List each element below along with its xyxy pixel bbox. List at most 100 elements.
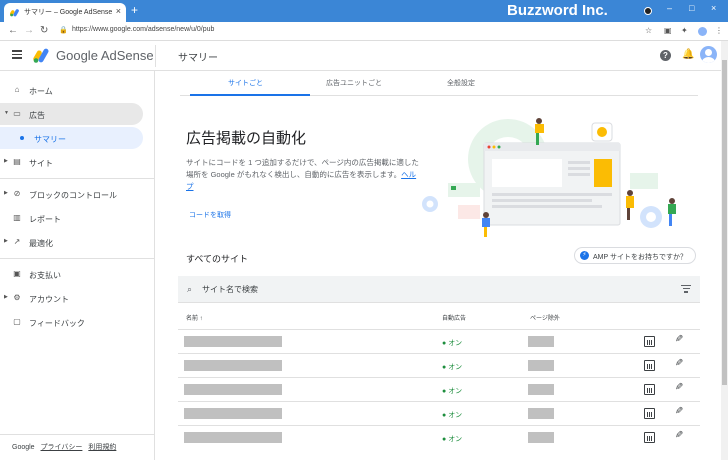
sidebar-divider <box>0 434 155 435</box>
app-bar: Google AdSense サマリー ? 🔔 <box>0 41 728 71</box>
tab-by-site[interactable]: サイトごと <box>228 78 263 88</box>
bookmark-star-icon[interactable]: ☆ <box>645 26 652 35</box>
block-icon: ⊘ <box>13 189 21 198</box>
puzzle-icon[interactable]: ✦ <box>681 26 688 35</box>
sidebar-item-label: レポート <box>29 215 61 224</box>
menu-dots-icon[interactable]: ⋮ <box>715 26 723 35</box>
sidebar-item-account[interactable]: ▶ ⚙ アカウント <box>0 287 143 309</box>
extension-icon[interactable]: ▣ <box>664 26 672 35</box>
sidebar-item-ads[interactable]: ▼ ▭ 広告 <box>0 103 143 125</box>
site-name-redacted <box>184 432 282 443</box>
content-tabs: サイトごと 広告ユニットごと 全般設定 <box>180 71 698 96</box>
sidebar-item-sites[interactable]: ▶ ▤ サイト <box>0 151 143 173</box>
auto-ads-status: ● オン <box>442 436 463 443</box>
page-exclusion-redacted <box>528 384 554 395</box>
notifications-bell-icon[interactable]: 🔔 <box>682 49 694 60</box>
table-row[interactable]: ● オン ✎ <box>178 401 700 425</box>
sidebar-item-home[interactable]: ⌂ ホーム <box>0 79 143 101</box>
edit-pencil-icon[interactable]: ✎ <box>675 334 683 345</box>
edit-pencil-icon[interactable]: ✎ <box>675 430 683 441</box>
main-content: サイトごと 広告ユニットごと 全般設定 広告掲載の自動化 サイトにコードを 1 … <box>156 71 728 460</box>
browser-window: サマリー – Google AdSense × + Buzzword Inc. … <box>0 0 728 460</box>
all-sites-heading: すべてのサイト <box>186 254 249 264</box>
terms-link[interactable]: 利用規約 <box>88 444 116 451</box>
sidebar-item-block-controls[interactable]: ▶ ⊘ ブロックのコントロール <box>0 183 143 205</box>
address-toolbar: ← → ↻ 🔒 https://www.google.com/adsense/n… <box>0 22 728 41</box>
scrollbar-thumb[interactable] <box>722 60 727 385</box>
sidebar: ⌂ ホーム ▼ ▭ 広告 サマリー ▶ ▤ サイト ▶ ⊘ ブロックのコントロー <box>0 71 155 460</box>
tab-close-icon[interactable]: × <box>116 6 121 16</box>
sidebar-item-label: 広告 <box>29 111 45 120</box>
sidebar-item-optimize[interactable]: ▶ ↗ 最適化 <box>0 231 143 253</box>
payments-icon: ▣ <box>13 269 21 278</box>
sidebar-item-label: フィードバック <box>29 319 85 328</box>
adsense-app: Google AdSense サマリー ? 🔔 ⌂ ホーム ▼ ▭ 広告 サマリ… <box>0 41 728 460</box>
caret-right-icon: ▶ <box>4 190 8 196</box>
tab-by-ad-unit[interactable]: 広告ユニットごと <box>326 78 382 88</box>
browser-tab[interactable]: サマリー – Google AdSense × <box>4 3 126 22</box>
sidebar-item-label: サイト <box>29 159 53 168</box>
back-icon[interactable]: ← <box>8 25 18 37</box>
report-icon: ▥ <box>13 213 21 222</box>
edit-pencil-icon[interactable]: ✎ <box>675 382 683 393</box>
ads-icon: ▭ <box>13 109 21 118</box>
column-header-name[interactable]: 名前 ↑ <box>186 313 203 322</box>
profile-avatar-icon[interactable] <box>698 27 707 36</box>
selected-dot-icon <box>20 136 24 140</box>
profile-dot-icon[interactable] <box>644 7 652 15</box>
sidebar-item-summary[interactable]: サマリー <box>0 127 143 149</box>
table-row[interactable]: ● オン ✎ <box>178 377 700 401</box>
auto-ads-status: ● オン <box>442 364 463 371</box>
sidebar-item-payments[interactable]: ▣ お支払い <box>0 263 143 285</box>
report-icon[interactable] <box>644 360 655 371</box>
sidebar-item-label: サマリー <box>34 135 66 144</box>
close-window-button[interactable]: × <box>711 3 716 13</box>
column-header-page-exclusion: ページ除外 <box>530 316 560 322</box>
hamburger-menu-icon[interactable] <box>12 50 22 59</box>
help-icon[interactable]: ? <box>660 50 671 61</box>
report-icon[interactable] <box>644 384 655 395</box>
tab-title: サマリー – Google AdSense <box>24 9 113 16</box>
sidebar-item-label: 最適化 <box>29 239 53 248</box>
minimize-button[interactable]: – <box>667 3 672 13</box>
amp-sites-button[interactable]: ⚡ AMP サイトをお持ちですか？ <box>574 247 696 264</box>
report-icon[interactable] <box>644 408 655 419</box>
maximize-button[interactable]: □ <box>689 3 694 13</box>
page-exclusion-redacted <box>528 408 554 419</box>
column-header-auto-ads: 自動広告 <box>442 316 467 322</box>
report-icon[interactable] <box>644 336 655 347</box>
caret-right-icon: ▶ <box>4 158 8 164</box>
reload-icon[interactable]: ↻ <box>40 25 48 37</box>
privacy-link[interactable]: プライバシー <box>41 444 83 451</box>
sidebar-item-label: アカウント <box>29 295 69 304</box>
edit-pencil-icon[interactable]: ✎ <box>675 406 683 417</box>
feedback-icon: ▢ <box>13 317 21 326</box>
report-icon[interactable] <box>644 432 655 443</box>
forward-icon[interactable]: → <box>24 25 34 37</box>
sidebar-item-reports[interactable]: ▥ レポート <box>0 207 143 229</box>
new-tab-button[interactable]: + <box>131 4 138 16</box>
site-name-redacted <box>184 336 282 347</box>
get-code-link[interactable]: コードを取得 <box>189 210 231 220</box>
title-bar: サマリー – Google AdSense × + Buzzword Inc. … <box>0 0 728 22</box>
search-input[interactable] <box>202 282 422 296</box>
tab-general-settings[interactable]: 全般設定 <box>447 78 475 88</box>
auto-ads-status: ● オン <box>442 412 463 419</box>
sidebar-item-feedback[interactable]: ▢ フィードバック <box>0 311 143 333</box>
avatar[interactable] <box>700 46 717 63</box>
amp-button-label: AMP サイトをお持ちですか？ <box>593 254 687 261</box>
edit-pencil-icon[interactable]: ✎ <box>675 358 683 369</box>
address-field[interactable]: https://www.google.com/adsense/new/u/0/p… <box>72 26 214 33</box>
table-row[interactable]: ● オン ✎ <box>178 329 700 353</box>
sidebar-item-label: ホーム <box>29 87 53 96</box>
caret-right-icon: ▶ <box>4 238 8 244</box>
sidebar-divider <box>0 258 155 259</box>
table-row[interactable]: ● オン ✎ <box>178 353 700 377</box>
filter-icon[interactable] <box>681 285 691 295</box>
page-title: サマリー <box>178 53 218 64</box>
lock-icon[interactable]: 🔒 <box>59 26 68 34</box>
table-row[interactable]: ● オン ✎ <box>178 425 700 449</box>
adsense-logo-icon <box>33 48 49 63</box>
appbar-divider <box>155 45 156 67</box>
hero-description: サイトにコードを 1 つ追加するだけで、ページ内の広告掲載に適した場所を Goo… <box>186 157 421 193</box>
